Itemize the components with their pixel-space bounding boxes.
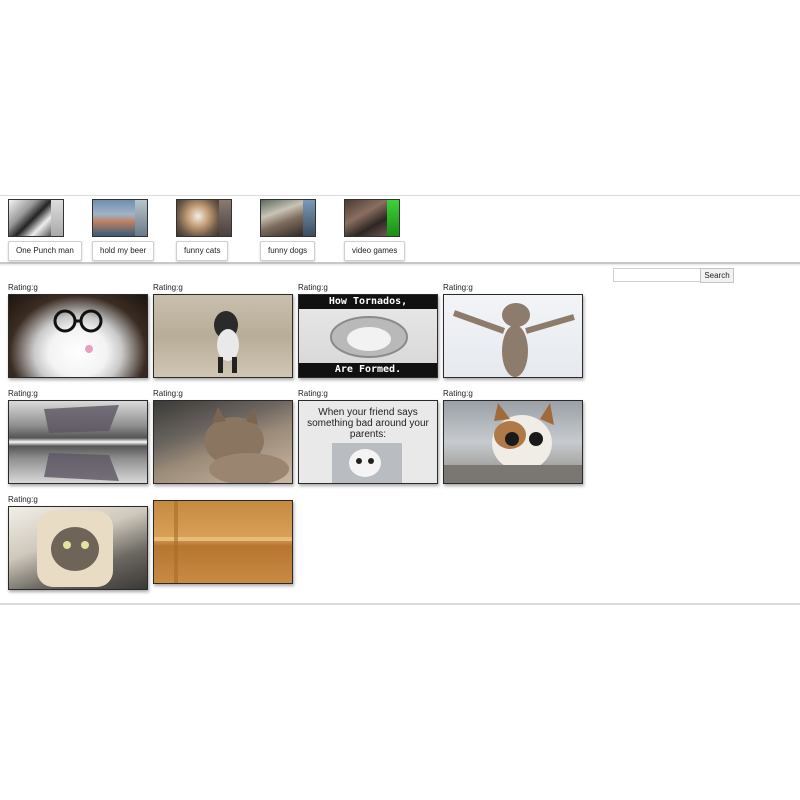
topic-thumbnail[interactable] <box>92 199 148 237</box>
gif-item <box>153 488 293 584</box>
topic-button[interactable]: funny dogs <box>260 241 316 261</box>
gif-image[interactable] <box>8 400 148 484</box>
topic-button[interactable]: hold my beer <box>92 241 155 261</box>
topic-thumbnail[interactable] <box>176 199 232 237</box>
gif-item: Rating:g <box>8 282 148 378</box>
gif-image[interactable] <box>153 400 293 484</box>
gif-rating: Rating:g <box>298 283 328 292</box>
topic-funny-dogs[interactable]: funny dogs <box>260 199 320 261</box>
gif-image[interactable]: How Tornados, Are Formed. <box>298 294 438 378</box>
topic-thumbnail[interactable] <box>344 199 400 237</box>
gif-rating: Rating:g <box>443 283 473 292</box>
gif-rating: Rating:g <box>8 495 38 504</box>
gif-item: Rating:g <box>8 494 148 590</box>
gif-rating: Rating:g <box>153 283 183 292</box>
topic-bar: One Punch man hold my beer funny cats fu… <box>0 195 800 264</box>
gif-item: Rating:g <box>153 282 293 378</box>
gif-image[interactable] <box>8 294 148 378</box>
search-input[interactable] <box>613 268 703 282</box>
page: One Punch man hold my beer funny cats fu… <box>0 0 800 800</box>
topic-thumbnail[interactable] <box>8 199 64 237</box>
divider <box>0 603 800 605</box>
gif-item: Rating:g <box>153 388 293 484</box>
gif-item: Rating:g When your friend says something… <box>298 388 438 484</box>
topic-button[interactable]: video games <box>344 241 406 261</box>
gif-caption-bottom: Are Formed. <box>299 363 437 377</box>
gif-image[interactable] <box>8 506 148 590</box>
gif-image[interactable] <box>443 400 583 484</box>
topic-one-punch-man[interactable]: One Punch man <box>8 199 82 261</box>
gif-item: Rating:g <box>443 282 583 378</box>
gif-rating: Rating:g <box>298 389 328 398</box>
gif-image[interactable] <box>153 500 293 584</box>
search-button[interactable]: Search <box>700 268 734 283</box>
topic-hold-my-beer[interactable]: hold my beer <box>92 199 155 261</box>
gif-rating <box>153 488 293 500</box>
topic-button[interactable]: One Punch man <box>8 241 82 261</box>
gif-rating: Rating:g <box>443 389 473 398</box>
gif-rating: Rating:g <box>8 283 38 292</box>
gif-image[interactable] <box>443 294 583 378</box>
gif-item: Rating:g <box>8 388 148 484</box>
gif-rating: Rating:g <box>8 389 38 398</box>
gif-item: Rating:g How Tornados, Are Formed. <box>298 282 438 378</box>
gif-image[interactable] <box>153 294 293 378</box>
topic-thumbnail[interactable] <box>260 199 316 237</box>
gif-image[interactable]: When your friend says something bad arou… <box>298 400 438 484</box>
topic-button[interactable]: funny cats <box>176 241 229 261</box>
topic-video-games[interactable]: video games <box>344 199 406 261</box>
gif-rating: Rating:g <box>153 389 183 398</box>
gif-item: Rating:g <box>443 388 583 484</box>
topic-funny-cats[interactable]: funny cats <box>176 199 236 261</box>
